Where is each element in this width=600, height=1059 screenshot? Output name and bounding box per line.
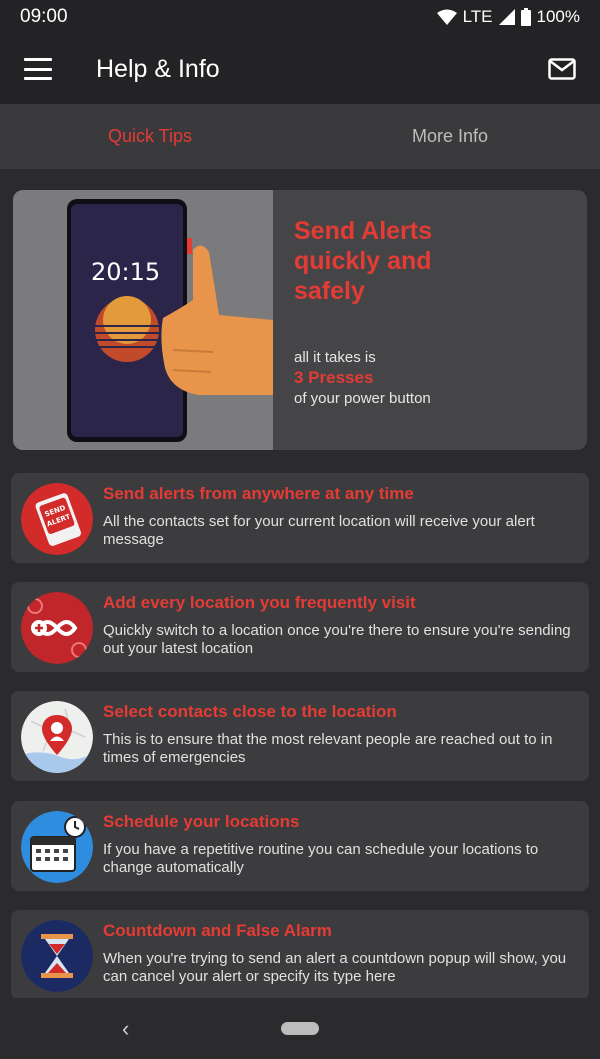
tip-title: Send alerts from anywhere at any time [103, 484, 414, 503]
tab-bar: Quick Tips More Info [0, 104, 600, 170]
status-time: 09:00 [20, 6, 68, 27]
page-title: Help & Info [96, 54, 220, 83]
system-nav-bar: ‹ [0, 998, 600, 1059]
battery-percent: 100% [536, 7, 580, 26]
phone-thumb-illustration: 20:15 [67, 199, 273, 442]
tip-description: When you're trying to send an alert a co… [103, 950, 567, 985]
hero-subtext: all it takes is [294, 349, 376, 366]
tip-card-countdown[interactable]: Countdown and False Alarm When you're tr… [11, 910, 589, 998]
tip-card-send-alerts[interactable]: SEND ALERT Send alerts from anywhere at … [11, 473, 589, 563]
calendar-clock-icon [21, 811, 93, 883]
hero-heading: Send Alerts quickly and safely [294, 217, 433, 305]
phone-clock: 20:15 [91, 258, 160, 286]
hero-text: Send Alerts quickly and safely all it ta… [273, 190, 587, 450]
tip-title: Schedule your locations [103, 812, 300, 831]
send-alert-icon: SEND ALERT [21, 483, 93, 555]
app-bar: Help & Info [0, 34, 600, 104]
home-pill[interactable] [281, 1022, 319, 1035]
tip-description: All the contacts set for your current lo… [103, 513, 535, 548]
tips-list[interactable]: 20:15 Send Alerts quickly and safely all… [0, 170, 600, 998]
map-pin-icon [21, 701, 93, 773]
tab-more-info[interactable]: More Info [300, 104, 600, 169]
wifi-icon [436, 9, 457, 25]
hero-illustration: 20:15 [13, 190, 273, 450]
mail-icon[interactable] [548, 58, 576, 80]
back-icon[interactable]: ‹ [122, 1016, 129, 1042]
hourglass-icon [21, 920, 93, 992]
hero-power-text: of your power button [294, 390, 431, 407]
menu-icon[interactable] [24, 58, 52, 80]
signal-icon [498, 9, 515, 25]
tip-description: Quickly switch to a location once you're… [103, 622, 571, 657]
tip-description: This is to ensure that the most relevant… [103, 731, 553, 766]
add-location-icon [21, 592, 93, 664]
tip-title: Select contacts close to the location [103, 702, 397, 721]
tip-description: If you have a repetitive routine you can… [103, 841, 539, 876]
hero-card: 20:15 Send Alerts quickly and safely all… [13, 190, 587, 450]
tip-title: Countdown and False Alarm [103, 921, 332, 940]
tip-card-schedule[interactable]: Schedule your locations If you have a re… [11, 801, 589, 891]
tip-card-add-location[interactable]: Add every location you frequently visit … [11, 582, 589, 672]
tip-card-select-contacts[interactable]: Select contacts close to the location Th… [11, 691, 589, 781]
hero-presses: 3 Presses [294, 368, 374, 387]
tip-title: Add every location you frequently visit [103, 593, 416, 612]
status-bar: 09:00 LTE 100% [0, 0, 600, 34]
status-icons: LTE 100% [436, 7, 580, 27]
battery-icon [520, 8, 531, 26]
tab-quick-tips[interactable]: Quick Tips [0, 104, 300, 169]
network-label: LTE [462, 7, 493, 26]
